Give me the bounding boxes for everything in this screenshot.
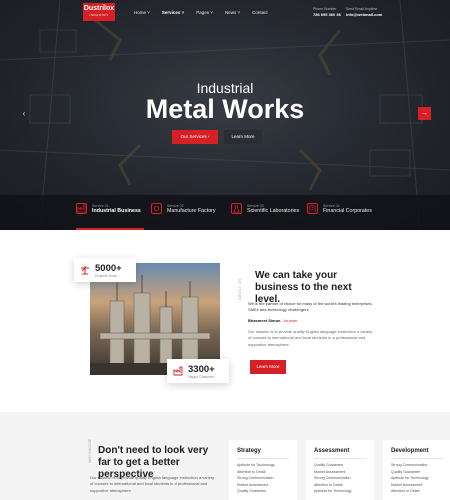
brand-logo[interactable]: Dustrilox INDUSTRY xyxy=(83,3,115,21)
our-services-button[interactable]: Our Services › xyxy=(172,130,218,144)
crane-icon xyxy=(81,266,89,275)
assessment-column: Assessment Quality Guarantee Market Asse… xyxy=(306,440,374,500)
nav-news[interactable]: News ˅ xyxy=(225,10,240,15)
factory-icon xyxy=(76,203,87,214)
strategy-column: Strategy Aptitude for Technology Attenti… xyxy=(229,440,297,500)
gear-icon xyxy=(151,203,162,214)
slider-next-arrow-icon[interactable]: → xyxy=(418,107,431,120)
nav-home[interactable]: Home ˅ xyxy=(134,10,150,15)
main-nav: Home ˅ Services ˅ Pages ˅ News ˅ Contact xyxy=(134,10,268,15)
active-service-indicator xyxy=(76,228,144,230)
service-item-financial-corporates[interactable]: Service 04 Financial Corporates xyxy=(307,203,372,214)
why-choose-vertical-label: WHY CHOOSE xyxy=(88,438,92,463)
service-item-scientific-laboratories[interactable]: Service 03 Scientific Laboratories xyxy=(231,203,299,214)
stat-card-customers: 3300+ Happy Customer xyxy=(167,359,229,383)
flask-icon xyxy=(231,203,242,214)
about-body: Our mission is to provide quality Englis… xyxy=(248,329,373,347)
services-bar xyxy=(0,195,450,230)
phone-contact[interactable]: Phone Number 786 695 360 36 xyxy=(313,7,341,17)
hero-title: Metal Works xyxy=(145,94,305,124)
learn-more-button[interactable]: Learn More xyxy=(224,130,262,144)
about-author: Bhasmeet Simon - founder xyxy=(248,318,298,323)
about-learn-more-button[interactable]: Learn More xyxy=(250,360,286,374)
email-contact[interactable]: Send Email Anytime info@webmail.com xyxy=(346,7,382,17)
about-intro: We is the partner of choice for many of … xyxy=(248,301,373,312)
building-icon xyxy=(307,203,318,214)
slider-prev-arrow-icon[interactable]: ‹ xyxy=(18,108,30,120)
nav-services[interactable]: Services ˅ xyxy=(162,10,184,15)
service-item-manufacture-factory[interactable]: Service 02 Manufacture Factory xyxy=(151,203,216,214)
about-vertical-label: ABOUT US xyxy=(238,278,242,300)
nav-pages[interactable]: Pages ˅ xyxy=(196,10,213,15)
factory-icon xyxy=(173,366,183,376)
service-item-industrial-business[interactable]: Service 01 Industrial Business xyxy=(76,203,141,214)
nav-contact[interactable]: Contact xyxy=(252,10,268,15)
why-choose-body: Our mission is to provide quality Englis… xyxy=(90,475,215,493)
stat-card-projects: 5000+ Projects Done xyxy=(74,258,136,282)
development-column: Development Strong Communication Quality… xyxy=(383,440,450,500)
